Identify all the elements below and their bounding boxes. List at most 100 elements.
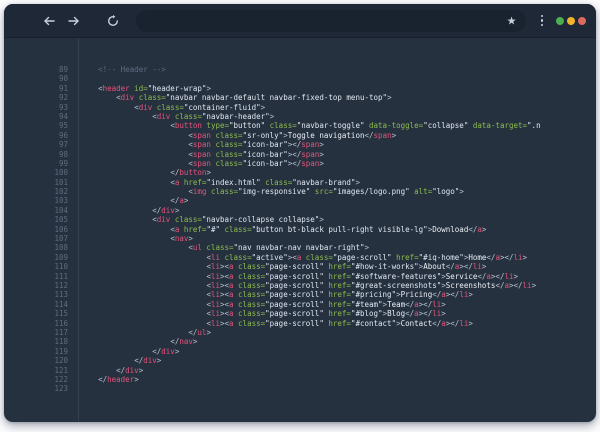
- code-line: 115 <li><a class="page-scroll" href="#bl…: [4, 309, 596, 318]
- browser-window: ★ 89 <!-- Header -->9091 <header id="hea…: [4, 4, 596, 422]
- code-text: <span class="icon-bar"></span>: [68, 159, 324, 168]
- code-text: <header id="header-wrap">: [68, 84, 211, 93]
- code-line: 121 </div>: [4, 366, 596, 375]
- line-number: 104: [4, 206, 68, 215]
- code-line: 102 <img class="img-responsive" src="ima…: [4, 187, 596, 196]
- line-number: 121: [4, 366, 68, 375]
- line-number: 91: [4, 84, 68, 93]
- code-line: 119 </div>: [4, 347, 596, 356]
- code-line: 101 <a href="index.html" class="navbar-b…: [4, 178, 596, 187]
- code-line: 116 <li><a class="page-scroll" href="#co…: [4, 319, 596, 328]
- code-line: 90: [4, 74, 596, 83]
- line-number: 100: [4, 168, 68, 177]
- code-text: </div>: [68, 356, 161, 365]
- reload-icon[interactable]: [106, 14, 120, 28]
- line-number: 114: [4, 300, 68, 309]
- code-line: 110 <li><a class="page-scroll" href="#ho…: [4, 262, 596, 271]
- nav-buttons: [42, 14, 120, 28]
- code-text: <button type="button" class="navbar-togg…: [68, 121, 541, 130]
- back-arrow-icon[interactable]: [42, 14, 56, 28]
- code-text: <span class="sr-only">Toggle navigation<…: [68, 131, 396, 140]
- line-number: 110: [4, 262, 68, 271]
- gutter-divider: [78, 38, 79, 421]
- line-number: 112: [4, 281, 68, 290]
- code-text: <ul class="nav navbar-nav navbar-right">: [68, 243, 369, 252]
- code-text: <nav>: [68, 234, 193, 243]
- code-line: 107 <nav>: [4, 234, 596, 243]
- code-line: 106 <a href="#" class="button bt-black p…: [4, 225, 596, 234]
- green-dot[interactable]: [556, 17, 564, 25]
- line-number: 105: [4, 215, 68, 224]
- code-line: 122 </header>: [4, 375, 596, 384]
- line-number: 98: [4, 150, 68, 159]
- line-number: 120: [4, 356, 68, 365]
- code-text: <li><a class="page-scroll" href="#pricin…: [68, 290, 473, 299]
- kebab-menu-icon[interactable]: [538, 12, 547, 30]
- line-number: 108: [4, 243, 68, 252]
- code-text: <div class="navbar-collapse collapse">: [68, 215, 324, 224]
- line-number: 89: [4, 65, 68, 74]
- code-text: <li><a class="page-scroll" href="#how-it…: [68, 262, 486, 271]
- line-number: 109: [4, 253, 68, 262]
- code-text: <div class="navbar navbar-default navbar…: [68, 93, 392, 102]
- line-number: 103: [4, 196, 68, 205]
- code-line: 118 </nav>: [4, 337, 596, 346]
- line-number: 123: [4, 384, 68, 393]
- code-line: 98 <span class="icon-bar"></span>: [4, 150, 596, 159]
- line-number: 107: [4, 234, 68, 243]
- line-number: 101: [4, 178, 68, 187]
- code-line: 99 <span class="icon-bar"></span>: [4, 159, 596, 168]
- code-line: 104 </div>: [4, 206, 596, 215]
- line-number: 122: [4, 375, 68, 384]
- line-number: 94: [4, 112, 68, 121]
- code-text: <div class="container-fluid">: [68, 103, 265, 112]
- code-line: 94 <div class="navbar-header">: [4, 112, 596, 121]
- line-number: 97: [4, 140, 68, 149]
- code-text: </ul>: [68, 328, 211, 337]
- code-line: 89 <!-- Header -->: [4, 65, 596, 74]
- code-line: 123: [4, 384, 596, 393]
- code-line: 117 </ul>: [4, 328, 596, 337]
- code-line: 111 <li><a class="page-scroll" href="#so…: [4, 272, 596, 281]
- code-text: <span class="icon-bar"></span>: [68, 140, 324, 149]
- code-text: </div>: [68, 366, 143, 375]
- line-number: 95: [4, 121, 68, 130]
- line-number: 93: [4, 103, 68, 112]
- line-number: 116: [4, 319, 68, 328]
- line-number: 113: [4, 290, 68, 299]
- line-number: 111: [4, 272, 68, 281]
- code-text: </nav>: [68, 337, 197, 346]
- code-line: 93 <div class="container-fluid">: [4, 103, 596, 112]
- code-text: </div>: [68, 347, 179, 356]
- line-number: 92: [4, 93, 68, 102]
- code-line: 105 <div class="navbar-collapse collapse…: [4, 215, 596, 224]
- code-text: <!-- Header -->: [68, 65, 166, 74]
- address-bar[interactable]: ★: [136, 10, 526, 32]
- code-text: <li><a class="page-scroll" href="#blog">…: [68, 309, 446, 318]
- code-text: </div>: [68, 206, 179, 215]
- yellow-dot[interactable]: [567, 17, 575, 25]
- code-text: <li><a class="page-scroll" href="#great-…: [68, 281, 536, 290]
- code-line: 91 <header id="header-wrap">: [4, 84, 596, 93]
- forward-arrow-icon[interactable]: [67, 14, 81, 28]
- line-number: 90: [4, 74, 68, 83]
- line-number: 115: [4, 309, 68, 318]
- line-number: 96: [4, 131, 68, 140]
- window-control-dots: [556, 17, 586, 25]
- code-text: <li><a class="page-scroll" href="#softwa…: [68, 272, 518, 281]
- code-text: <a href="index.html" class="navbar-brand…: [68, 178, 360, 187]
- code-line: 97 <span class="icon-bar"></span>: [4, 140, 596, 149]
- code-line: 108 <ul class="nav navbar-nav navbar-rig…: [4, 243, 596, 252]
- code-line: 113 <li><a class="page-scroll" href="#pr…: [4, 290, 596, 299]
- code-lines: 89 <!-- Header -->9091 <header id="heade…: [4, 65, 596, 394]
- line-number: 106: [4, 225, 68, 234]
- code-text: <li class="active"><a class="page-scroll…: [68, 253, 527, 262]
- code-text: <div class="navbar-header">: [68, 112, 274, 121]
- code-line: 100 </button>: [4, 168, 596, 177]
- code-line: 120 </div>: [4, 356, 596, 365]
- browser-toolbar: ★: [4, 4, 596, 38]
- red-dot[interactable]: [578, 17, 586, 25]
- code-text: </a>: [68, 196, 188, 205]
- code-text: </button>: [68, 168, 211, 177]
- bookmark-star-icon[interactable]: ★: [507, 15, 517, 26]
